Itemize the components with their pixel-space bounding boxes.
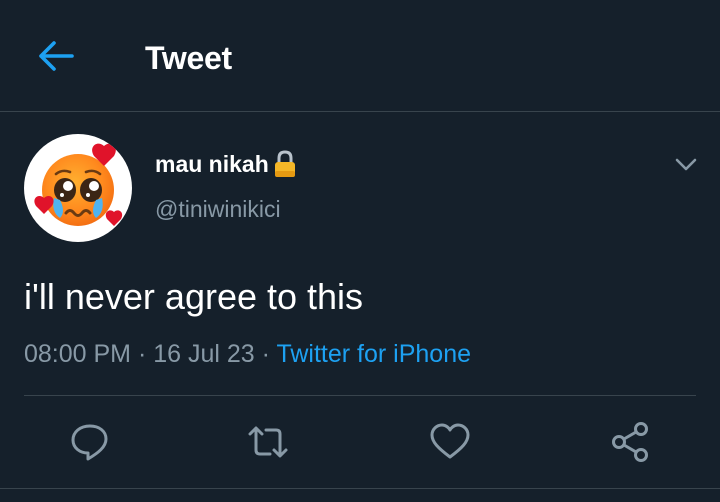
tweet-detail-page: Tweet mau nikah @tiniwinikici i'll never… xyxy=(0,0,720,502)
tweet-text: i'll never agree to this xyxy=(24,276,364,317)
meta-separator: · xyxy=(131,340,154,368)
author-name[interactable]: mau nikah xyxy=(155,149,269,179)
tweet-source-link[interactable]: Twitter for iPhone xyxy=(276,340,471,368)
retweet-icon xyxy=(248,426,288,458)
pleading-face-hearts-emoji xyxy=(34,143,123,226)
avatar[interactable] xyxy=(24,134,132,242)
author-name-row: mau nikah xyxy=(155,147,298,181)
chevron-down-icon xyxy=(675,158,697,171)
meta-separator-2: · xyxy=(254,340,277,368)
share-icon xyxy=(612,422,648,462)
reply-icon xyxy=(71,424,108,461)
top-bar: Tweet xyxy=(0,0,720,112)
page-title: Tweet xyxy=(145,40,232,76)
arrow-left-icon xyxy=(39,41,74,71)
retweet-button[interactable] xyxy=(246,420,290,464)
lock-icon xyxy=(274,150,295,177)
divider xyxy=(24,395,696,396)
tweet-date: 16 Jul 23 xyxy=(153,340,255,368)
author-handle[interactable]: @tiniwinikici xyxy=(155,194,281,224)
bottom-divider xyxy=(0,488,720,489)
tweet-time: 08:00 PM xyxy=(24,340,132,368)
like-button[interactable] xyxy=(428,420,472,464)
reply-button[interactable] xyxy=(68,420,112,464)
more-options-button[interactable] xyxy=(672,150,700,178)
heart-icon xyxy=(430,423,470,459)
back-button[interactable] xyxy=(30,34,82,78)
tweet-meta: 08:00 PM · 16 Jul 23 · Twitter for iPhon… xyxy=(24,338,471,370)
share-button[interactable] xyxy=(608,420,652,464)
